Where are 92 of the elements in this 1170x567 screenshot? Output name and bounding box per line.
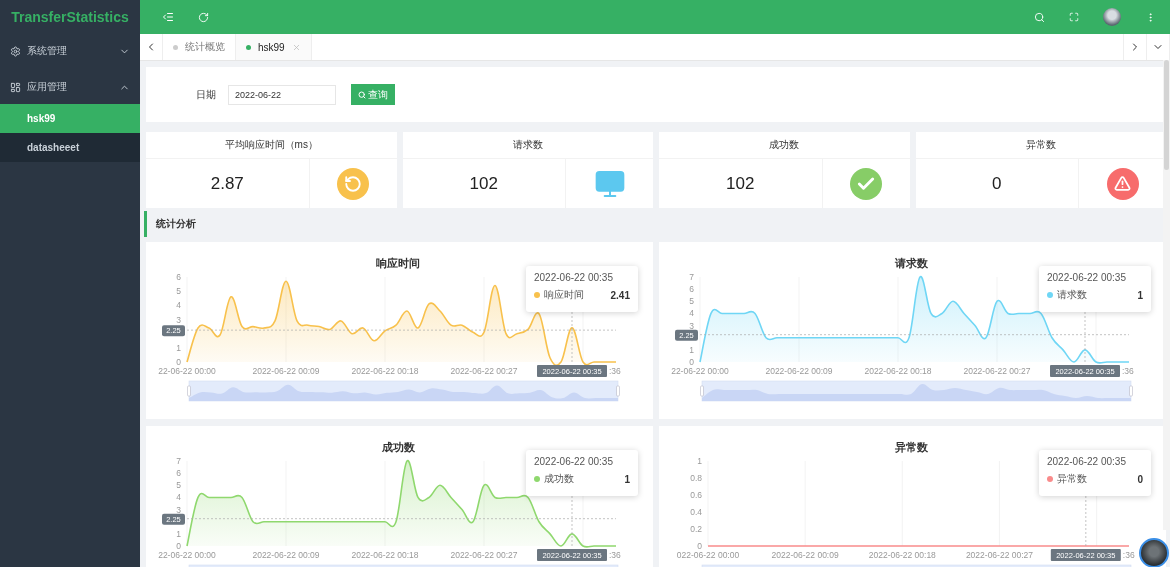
crosshair-line: [1085, 495, 1087, 547]
date-field[interactable]: 2022-06-22: [228, 84, 336, 105]
tooltip-series: 成功数: [544, 472, 574, 486]
tooltip-series: 响应时间: [544, 288, 584, 302]
date-label: 日期: [196, 87, 216, 102]
axis-label: 7: [689, 272, 694, 282]
axis-label: 022-06-22 00:00: [676, 550, 740, 560]
tooltip-title: 2022-06-22 00:35: [534, 272, 614, 283]
axis-label: 2022-06-22 00:09: [252, 366, 320, 376]
axis-label: 2022-06-22 00:18: [864, 366, 932, 376]
axis-label: 0.4: [690, 507, 702, 517]
tooltip-value: 0: [1137, 473, 1143, 485]
menu-item[interactable]: 系统管理: [0, 34, 140, 68]
avatar[interactable]: [1103, 8, 1121, 26]
axis-label: 4: [176, 300, 181, 311]
stat-title: 请求数: [402, 132, 653, 159]
axis-label: 7: [176, 456, 181, 466]
range-slider[interactable]: [700, 380, 1133, 402]
axis-label: 0: [689, 357, 694, 367]
scroll-right-button[interactable]: [1123, 34, 1147, 60]
axis-label: 1: [697, 456, 702, 466]
tooltip-series: 请求数: [1057, 288, 1087, 302]
range-slider[interactable]: [187, 380, 620, 402]
grid-icon: [10, 81, 21, 93]
axis-label: 4: [689, 308, 694, 319]
axis-label: 2022-06-22 00:09: [765, 366, 833, 376]
axis-label: :36: [609, 366, 621, 376]
tooltip-value: 1: [1137, 289, 1143, 301]
stat-title: 平均响应时间（ms）: [146, 132, 397, 159]
axis-label: 0: [176, 541, 181, 551]
axis-label: 1: [176, 528, 181, 539]
axis-label: :36: [1122, 366, 1134, 376]
stat-value: 102: [725, 173, 756, 194]
stat-value: 0: [991, 173, 1003, 194]
tooltip-title: 2022-06-22 00:35: [1047, 272, 1127, 283]
settings-icon: [10, 45, 21, 57]
brand-title: TransferStatistics: [10, 8, 130, 27]
axis-label: 0: [697, 541, 702, 551]
tooltip-series: 异常数: [1057, 472, 1087, 486]
axis-label: 2022-06-22 00:18: [351, 550, 419, 560]
stat-value: 102: [468, 173, 499, 194]
refresh-icon[interactable]: [198, 11, 209, 23]
chart-title: 请求数: [894, 257, 928, 269]
axis-label: :36: [1122, 550, 1135, 560]
axis-label: 2022-06-22 00:18: [868, 550, 936, 560]
page-tab[interactable]: hsk99: [236, 34, 312, 60]
axis-label: 3: [176, 314, 181, 325]
close-icon[interactable]: [291, 42, 301, 52]
axis-label: 2022-06-22 00:09: [252, 550, 320, 560]
search-icon: [358, 90, 366, 99]
stat-title: 成功数: [659, 132, 910, 159]
axis-label: 2022-06-22 00:27: [965, 550, 1033, 560]
tooltip-value: 2.41: [610, 289, 630, 301]
menu-fold-icon[interactable]: [162, 11, 174, 23]
axis-label: 0.2: [690, 524, 702, 534]
chart-title: 成功数: [381, 441, 415, 453]
axis-label: 22-06-22 00:00: [671, 366, 729, 376]
axis-label: 5: [689, 296, 694, 307]
axis-label: 6: [176, 468, 181, 479]
submenu-item[interactable]: datasheeet: [0, 133, 140, 162]
axis-label: 22-06-22 00:00: [158, 366, 216, 376]
tab-dot: [246, 44, 251, 50]
scrollbar[interactable]: [1163, 60, 1170, 530]
axis-label: 2022-06-22 00:27: [963, 366, 1031, 376]
tooltip-title: 2022-06-22 00:35: [534, 456, 614, 467]
axis-label: 2022-06-22 00:27: [450, 550, 518, 560]
axis-label: 1: [689, 344, 694, 355]
axis-label: 5: [176, 286, 181, 297]
axis-label: 4: [176, 492, 181, 503]
axis-label: 2022-06-22 00:09: [771, 550, 839, 560]
axis-label: 2022-06-22 00:27: [450, 366, 518, 376]
tooltip-title: 2022-06-22 00:35: [1047, 456, 1127, 467]
axis-label: 0.6: [690, 490, 702, 500]
axis-label: 0: [176, 357, 181, 367]
axis-label: 6: [689, 284, 694, 295]
tooltip-value: 1: [624, 473, 630, 485]
axis-label: 6: [176, 272, 181, 282]
search-icon[interactable]: [1034, 11, 1045, 23]
axis-label: 5: [176, 480, 181, 491]
axis-label: 0.8: [690, 473, 702, 483]
tab-dot: [173, 44, 178, 50]
stat-value: 2.87: [209, 173, 245, 194]
menu-item[interactable]: 应用管理: [0, 70, 140, 104]
chart-title: 异常数: [894, 441, 928, 453]
axis-label: 2022-06-22 00:18: [351, 366, 419, 376]
chart-title: 响应时间: [376, 257, 420, 269]
axis-label: 22-06-22 00:00: [158, 550, 216, 560]
axis-label: 3: [176, 504, 181, 515]
axis-label: 3: [689, 320, 694, 331]
fullscreen-icon[interactable]: [1069, 12, 1079, 22]
axis-label: 1: [176, 342, 181, 353]
axis-label: :36: [609, 550, 621, 560]
